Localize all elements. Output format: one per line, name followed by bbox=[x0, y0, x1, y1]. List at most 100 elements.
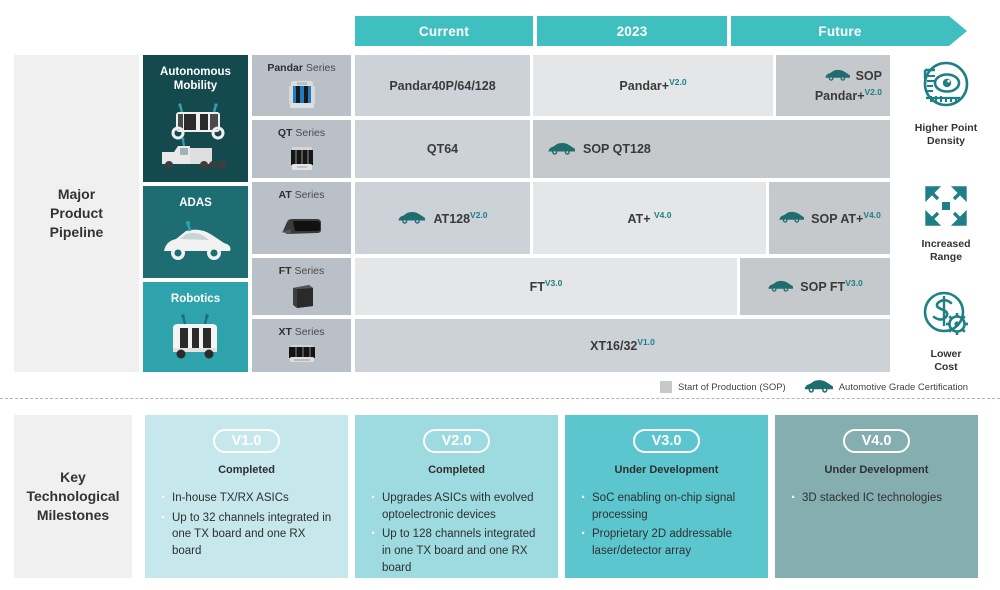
segment-label: ADAS bbox=[179, 197, 212, 209]
legend-label: Start of Production (SOP) bbox=[678, 381, 786, 393]
four-arrows-expand-icon bbox=[921, 182, 971, 235]
cell-ft-future-sop[interactable]: SOP FTV3.0 bbox=[740, 258, 890, 315]
robot-delivery-vehicle-icon bbox=[143, 306, 248, 372]
timeline-header-current: Current bbox=[355, 16, 533, 46]
milestone-bullets: 3D stacked IC technologies bbox=[789, 487, 964, 510]
milestone-card-v2[interactable]: V2.0 Completed Upgrades ASICs with evolv… bbox=[355, 415, 558, 578]
cell-qt-current[interactable]: QT64 bbox=[355, 120, 530, 178]
cell-ft-main[interactable]: FTV3.0 bbox=[355, 258, 737, 315]
segment-autonomous-mobility[interactable]: Autonomous Mobility bbox=[143, 55, 248, 182]
milestone-status: Under Development bbox=[824, 464, 929, 477]
cell-qt-sop[interactable]: SOP QT128 bbox=[533, 120, 890, 178]
cell-label: QT64 bbox=[426, 142, 459, 156]
list-item: Up to 32 channels integrated in one TX b… bbox=[159, 507, 334, 560]
series-label: QT Series bbox=[277, 127, 326, 139]
milestone-bullets: Upgrades ASICs with evolved optoelectron… bbox=[369, 487, 544, 579]
cell-label: SOP AT+V4.0 bbox=[811, 209, 881, 227]
legend-item-sop: Start of Production (SOP) bbox=[660, 381, 786, 393]
milestone-bullets: In-house TX/RX ASICs Up to 32 channels i… bbox=[159, 487, 334, 563]
cell-at-2023[interactable]: AT+ V4.0 bbox=[533, 182, 766, 254]
milestone-card-v1[interactable]: V1.0 Completed In-house TX/RX ASICs Up t… bbox=[145, 415, 348, 578]
benefit-lower-cost: Lower Cost bbox=[898, 288, 994, 373]
timeline-header-label: 2023 bbox=[616, 23, 648, 39]
qt-lidar-icon bbox=[284, 139, 320, 178]
legend-label: Automotive Grade Certification bbox=[838, 381, 969, 393]
milestones-title-line2: Technological bbox=[26, 488, 120, 505]
dollar-gear-icon bbox=[919, 288, 973, 345]
segment-adas[interactable]: ADAS bbox=[143, 186, 248, 278]
benefit-label: Lower Cost bbox=[930, 348, 962, 373]
legend: Start of Production (SOP) Automotive Gra… bbox=[660, 378, 968, 396]
milestone-status: Completed bbox=[218, 464, 275, 477]
list-item: 3D stacked IC technologies bbox=[789, 487, 964, 508]
segment-label: Autonomous Mobility bbox=[160, 66, 231, 93]
cell-label: FTV3.0 bbox=[529, 278, 563, 295]
pipeline-title-line3: Pipeline bbox=[49, 223, 104, 240]
milestone-status: Completed bbox=[428, 464, 485, 477]
cell-line-1: SOP bbox=[824, 68, 882, 84]
series-tile-pandar[interactable]: Pandar Series bbox=[252, 55, 351, 116]
car-icon bbox=[143, 210, 248, 278]
series-tile-xt[interactable]: XT Series bbox=[252, 319, 351, 372]
cell-pandar-future-sop[interactable]: SOP Pandar+V2.0 bbox=[776, 55, 890, 116]
list-item: In-house TX/RX ASICs bbox=[159, 487, 334, 508]
cell-label: AT128V2.0 bbox=[433, 209, 488, 227]
major-product-pipeline-title: Major Product Pipeline bbox=[14, 55, 139, 372]
version-badge: V3.0 bbox=[632, 429, 701, 454]
car-icon bbox=[778, 210, 805, 226]
milestone-status: Under Development bbox=[614, 464, 719, 477]
cell-label: Pandar40P/64/128 bbox=[389, 78, 496, 93]
series-tile-ft[interactable]: FT Series bbox=[252, 258, 351, 315]
milestone-card-v3[interactable]: V3.0 Under Development SoC enabling on-c… bbox=[565, 415, 768, 578]
segment-label: Robotics bbox=[170, 293, 221, 305]
benefit-increased-range: Increased Range bbox=[898, 182, 994, 263]
cell-label: AT+ V4.0 bbox=[627, 209, 672, 227]
pipeline-title-line2: Product bbox=[50, 205, 103, 222]
list-item: Proprietary 2D addressable laser/detecto… bbox=[579, 523, 754, 559]
car-icon bbox=[767, 279, 794, 295]
at-lidar-icon bbox=[279, 201, 325, 254]
xt-lidar-icon bbox=[283, 338, 321, 372]
segment-robotics[interactable]: Robotics bbox=[143, 282, 248, 372]
benefit-label: Higher Point Density bbox=[914, 122, 978, 147]
eye-scan-icon bbox=[918, 58, 974, 119]
cell-label: SOP bbox=[855, 68, 882, 83]
shuttle-and-truck-icon bbox=[143, 94, 248, 182]
series-label: XT Series bbox=[278, 326, 325, 338]
milestones-title-line1: Key bbox=[60, 469, 86, 486]
series-tile-qt[interactable]: QT Series bbox=[252, 120, 351, 178]
cell-at-future-sop[interactable]: SOP AT+V4.0 bbox=[769, 182, 890, 254]
series-label: AT Series bbox=[278, 189, 325, 201]
section-divider bbox=[0, 398, 1000, 399]
ft-lidar-icon bbox=[287, 277, 317, 315]
timeline-header-label: Current bbox=[418, 23, 470, 39]
cell-pandar-current[interactable]: Pandar40P/64/128 bbox=[355, 55, 530, 116]
cell-at-current[interactable]: AT128V2.0 bbox=[355, 182, 530, 254]
version-badge: V4.0 bbox=[842, 429, 911, 454]
pipeline-title-line1: Major bbox=[57, 186, 96, 203]
list-item: Upgrades ASICs with evolved optoelectron… bbox=[369, 487, 544, 523]
legend-item-automotive-grade: Automotive Grade Certification bbox=[803, 378, 968, 396]
series-label: FT Series bbox=[278, 265, 325, 277]
car-icon bbox=[547, 141, 576, 158]
car-icon bbox=[803, 378, 833, 396]
cell-line-2: Pandar+V2.0 bbox=[814, 86, 882, 104]
cell-xt-main[interactable]: XT16/32V1.0 bbox=[355, 319, 890, 372]
series-label: Pandar Series bbox=[267, 62, 336, 74]
list-item: Up to 128 channels integrated in one TX … bbox=[369, 523, 544, 576]
series-tile-at[interactable]: AT Series bbox=[252, 182, 351, 254]
milestones-title-line3: Milestones bbox=[36, 506, 110, 523]
milestone-card-v4[interactable]: V4.0 Under Development 3D stacked IC tec… bbox=[775, 415, 978, 578]
cell-pandar-2023[interactable]: Pandar+V2.0 bbox=[533, 55, 773, 116]
pandar-lidar-icon bbox=[282, 74, 322, 116]
car-icon bbox=[824, 68, 850, 84]
timeline-header-2023: 2023 bbox=[537, 16, 727, 46]
timeline-header-future: Future bbox=[731, 16, 967, 46]
gray-square-icon bbox=[660, 381, 672, 393]
cell-label: Pandar+V2.0 bbox=[619, 77, 687, 94]
version-badge: V1.0 bbox=[212, 429, 281, 454]
cell-label: SOP QT128 bbox=[583, 142, 651, 156]
list-item: SoC enabling on-chip signal processing bbox=[579, 487, 754, 523]
slide-root: Current 2023 Future Major Product Pipeli… bbox=[0, 0, 1000, 590]
cell-label: SOP FTV3.0 bbox=[800, 278, 863, 295]
